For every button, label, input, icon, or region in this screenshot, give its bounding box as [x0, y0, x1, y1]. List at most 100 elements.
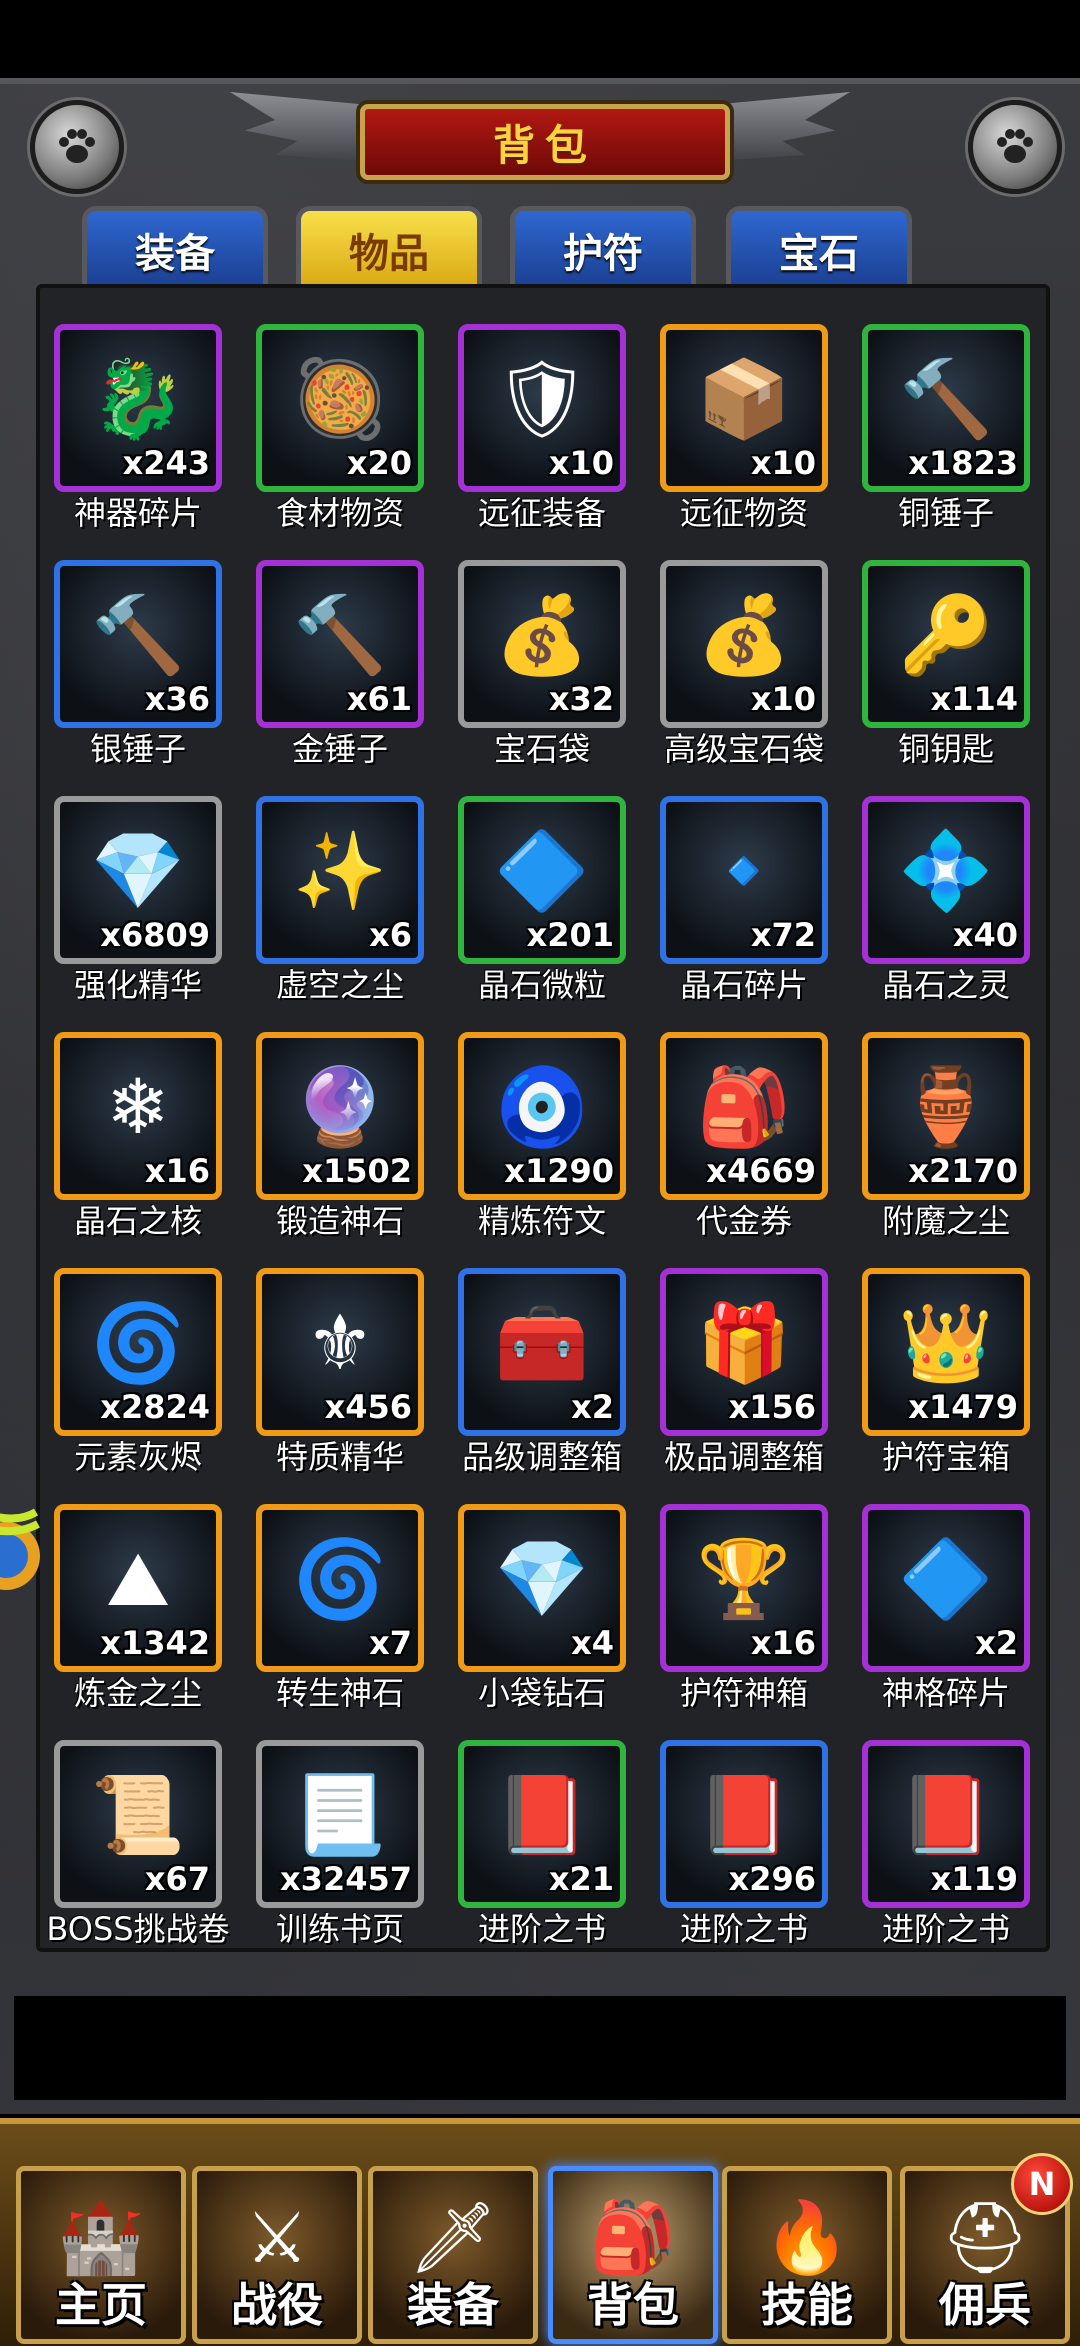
inventory-item[interactable]: 👑 x1479 护符宝箱 [862, 1268, 1030, 1498]
item-slot[interactable]: 👑 x1479 [862, 1268, 1030, 1436]
item-slot[interactable]: 🏆 x16 [660, 1504, 828, 1672]
inventory-item[interactable]: 💰 x10 高级宝石袋 [660, 560, 828, 790]
item-slot[interactable]: 🔑 x114 [862, 560, 1030, 728]
item-name: 特质精华 [275, 1438, 404, 1476]
nav-battle-button[interactable]: ⚔ 战役 [192, 2166, 362, 2344]
boss-scroll-icon: 📜 [90, 1769, 186, 1859]
item-slot[interactable]: 🔨 x1823 [862, 324, 1030, 492]
inventory-item[interactable]: 🔨 x61 金锤子 [256, 560, 424, 790]
inventory-item[interactable]: 📃 x32457 训练书页 [256, 1740, 424, 1948]
item-slot[interactable]: 🌀 x7 [256, 1504, 424, 1672]
item-slot[interactable]: ⛰ x1342 [54, 1504, 222, 1672]
item-slot[interactable]: 💠 x40 [862, 796, 1030, 964]
item-slot[interactable]: 🔷 x201 [458, 796, 626, 964]
item-slot[interactable]: 🧿 x1290 [458, 1032, 626, 1200]
inventory-item[interactable]: 💠 x40 晶石之灵 [862, 796, 1030, 1026]
nav-home-button[interactable]: 🏰 主页 [16, 2166, 186, 2344]
item-slot[interactable]: 🧰 x2 [458, 1268, 626, 1436]
item-name: 晶石之核 [73, 1202, 202, 1240]
tab-amulets[interactable]: 护符 [510, 206, 696, 289]
item-name: BOSS挑战卷 [46, 1910, 230, 1948]
item-slot[interactable]: 💎 x4 [458, 1504, 626, 1672]
inventory-item[interactable]: 🎒 x4669 代金券 [660, 1032, 828, 1262]
item-slot[interactable]: 🔮 x1502 [256, 1032, 424, 1200]
item-slot[interactable]: 🔨 x36 [54, 560, 222, 728]
inventory-item[interactable]: 🔨 x1823 铜锤子 [862, 324, 1030, 554]
item-slot[interactable]: 📕 x296 [660, 1740, 828, 1908]
inventory-item[interactable]: ✨ x6 虚空之尘 [256, 796, 424, 1026]
paw-button-left[interactable] [30, 100, 124, 194]
inventory-item[interactable]: 🔮 x1502 锻造神石 [256, 1032, 424, 1262]
item-count: x6 [369, 916, 412, 954]
inventory-item[interactable]: 🔷 x2 神格碎片 [862, 1504, 1030, 1734]
inventory-item[interactable]: 🔑 x114 铜钥匙 [862, 560, 1030, 790]
item-name: 神格碎片 [881, 1674, 1010, 1712]
item-slot[interactable]: 💰 x10 [660, 560, 828, 728]
item-slot[interactable]: 📜 x67 [54, 1740, 222, 1908]
item-slot[interactable]: 📦 x10 [660, 324, 828, 492]
inventory-item[interactable]: 📕 x296 进阶之书 [660, 1740, 828, 1948]
item-slot[interactable]: 💎 x6809 [54, 796, 222, 964]
inventory-item[interactable]: 🔨 x36 银锤子 [54, 560, 222, 790]
item-slot[interactable]: 📕 x21 [458, 1740, 626, 1908]
item-slot[interactable]: 🛡 x10 [458, 324, 626, 492]
item-slot[interactable]: 🎒 x4669 [660, 1032, 828, 1200]
item-name: 炼金之尘 [73, 1674, 202, 1712]
inventory-item[interactable]: 💰 x32 宝石袋 [458, 560, 626, 790]
inventory-item[interactable]: ⚜ x456 特质精华 [256, 1268, 424, 1498]
item-grid-panel[interactable]: 🐉 x243 神器碎片 🥘 x20 食材物资 🛡 x10 远征装备 📦 x10 远征物资 🔨 x1823 铜… [36, 284, 1050, 1952]
side-floating-orb-icon[interactable] [0, 1494, 50, 1614]
item-count: x40 [952, 916, 1018, 954]
inventory-item[interactable]: 🐉 x243 神器碎片 [54, 324, 222, 554]
item-slot[interactable]: 📕 x119 [862, 1740, 1030, 1908]
paw-button-right[interactable] [968, 100, 1062, 194]
inventory-item[interactable]: 📕 x21 进阶之书 [458, 1740, 626, 1948]
skill-icon: 🔥 [763, 2196, 851, 2279]
tab-equipment[interactable]: 装备 [82, 206, 268, 289]
item-slot[interactable]: 🎁 x156 [660, 1268, 828, 1436]
inventory-item[interactable]: 💎 x6809 强化精华 [54, 796, 222, 1026]
item-name: 金锤子 [291, 730, 388, 768]
tab-gems[interactable]: 宝石 [726, 206, 912, 289]
nav-equipment-button[interactable]: 🗡 装备 [368, 2166, 538, 2344]
inventory-item[interactable]: 🛡 x10 远征装备 [458, 324, 626, 554]
item-slot[interactable]: 🐉 x243 [54, 324, 222, 492]
inventory-item[interactable]: 🧰 x2 品级调整箱 [458, 1268, 626, 1498]
inventory-item[interactable]: 🥘 x20 食材物资 [256, 324, 424, 554]
item-slot[interactable]: 🔹 x72 [660, 796, 828, 964]
inventory-item[interactable]: 🧿 x1290 精炼符文 [458, 1032, 626, 1262]
inventory-item[interactable]: 📕 x119 进阶之书 [862, 1740, 1030, 1948]
title-banner: 背包 [360, 104, 730, 180]
item-slot[interactable]: 🔨 x61 [256, 560, 424, 728]
inventory-item[interactable]: 🔹 x72 晶石碎片 [660, 796, 828, 1026]
item-count: x61 [346, 680, 412, 718]
item-slot[interactable]: 💰 x32 [458, 560, 626, 728]
nav-skill-button[interactable]: 🔥 技能 [722, 2166, 892, 2344]
inventory-item[interactable]: ❄ x16 晶石之核 [54, 1032, 222, 1262]
inventory-item[interactable]: 💎 x4 小袋钻石 [458, 1504, 626, 1734]
item-count: x1502 [302, 1152, 412, 1190]
item-slot[interactable]: 📃 x32457 [256, 1740, 424, 1908]
nav-label: 装备 [407, 2278, 499, 2332]
rebirth-stone-icon: 🌀 [292, 1533, 388, 1623]
nav-mercenary-button[interactable]: ⛑ 佣兵 N [900, 2153, 1073, 2344]
inventory-item[interactable]: 🔷 x201 晶石微粒 [458, 796, 626, 1026]
item-slot[interactable]: 🏺 x2170 [862, 1032, 1030, 1200]
item-slot[interactable]: 🌀 x2824 [54, 1268, 222, 1436]
item-slot[interactable]: ⚜ x456 [256, 1268, 424, 1436]
item-slot[interactable]: ✨ x6 [256, 796, 424, 964]
item-slot[interactable]: 🔷 x2 [862, 1504, 1030, 1672]
inventory-item[interactable]: 🏺 x2170 附魔之尘 [862, 1032, 1030, 1262]
inventory-item[interactable]: 🏆 x16 护符神箱 [660, 1504, 828, 1734]
inventory-item[interactable]: 🌀 x7 转生神石 [256, 1504, 424, 1734]
inventory-item[interactable]: ⛰ x1342 炼金之尘 [54, 1504, 222, 1734]
divinity-shard-icon: 🔷 [898, 1533, 994, 1623]
item-slot[interactable]: ❄ x16 [54, 1032, 222, 1200]
inventory-item[interactable]: 📦 x10 远征物资 [660, 324, 828, 554]
inventory-item[interactable]: 🌀 x2824 元素灰烬 [54, 1268, 222, 1498]
tab-items[interactable]: 物品 [296, 206, 482, 289]
item-slot[interactable]: 🥘 x20 [256, 324, 424, 492]
nav-backpack-button[interactable]: 🎒 背包 [548, 2166, 718, 2344]
inventory-item[interactable]: 📜 x67 BOSS挑战卷 [46, 1740, 230, 1948]
inventory-item[interactable]: 🎁 x156 极品调整箱 [660, 1268, 828, 1498]
